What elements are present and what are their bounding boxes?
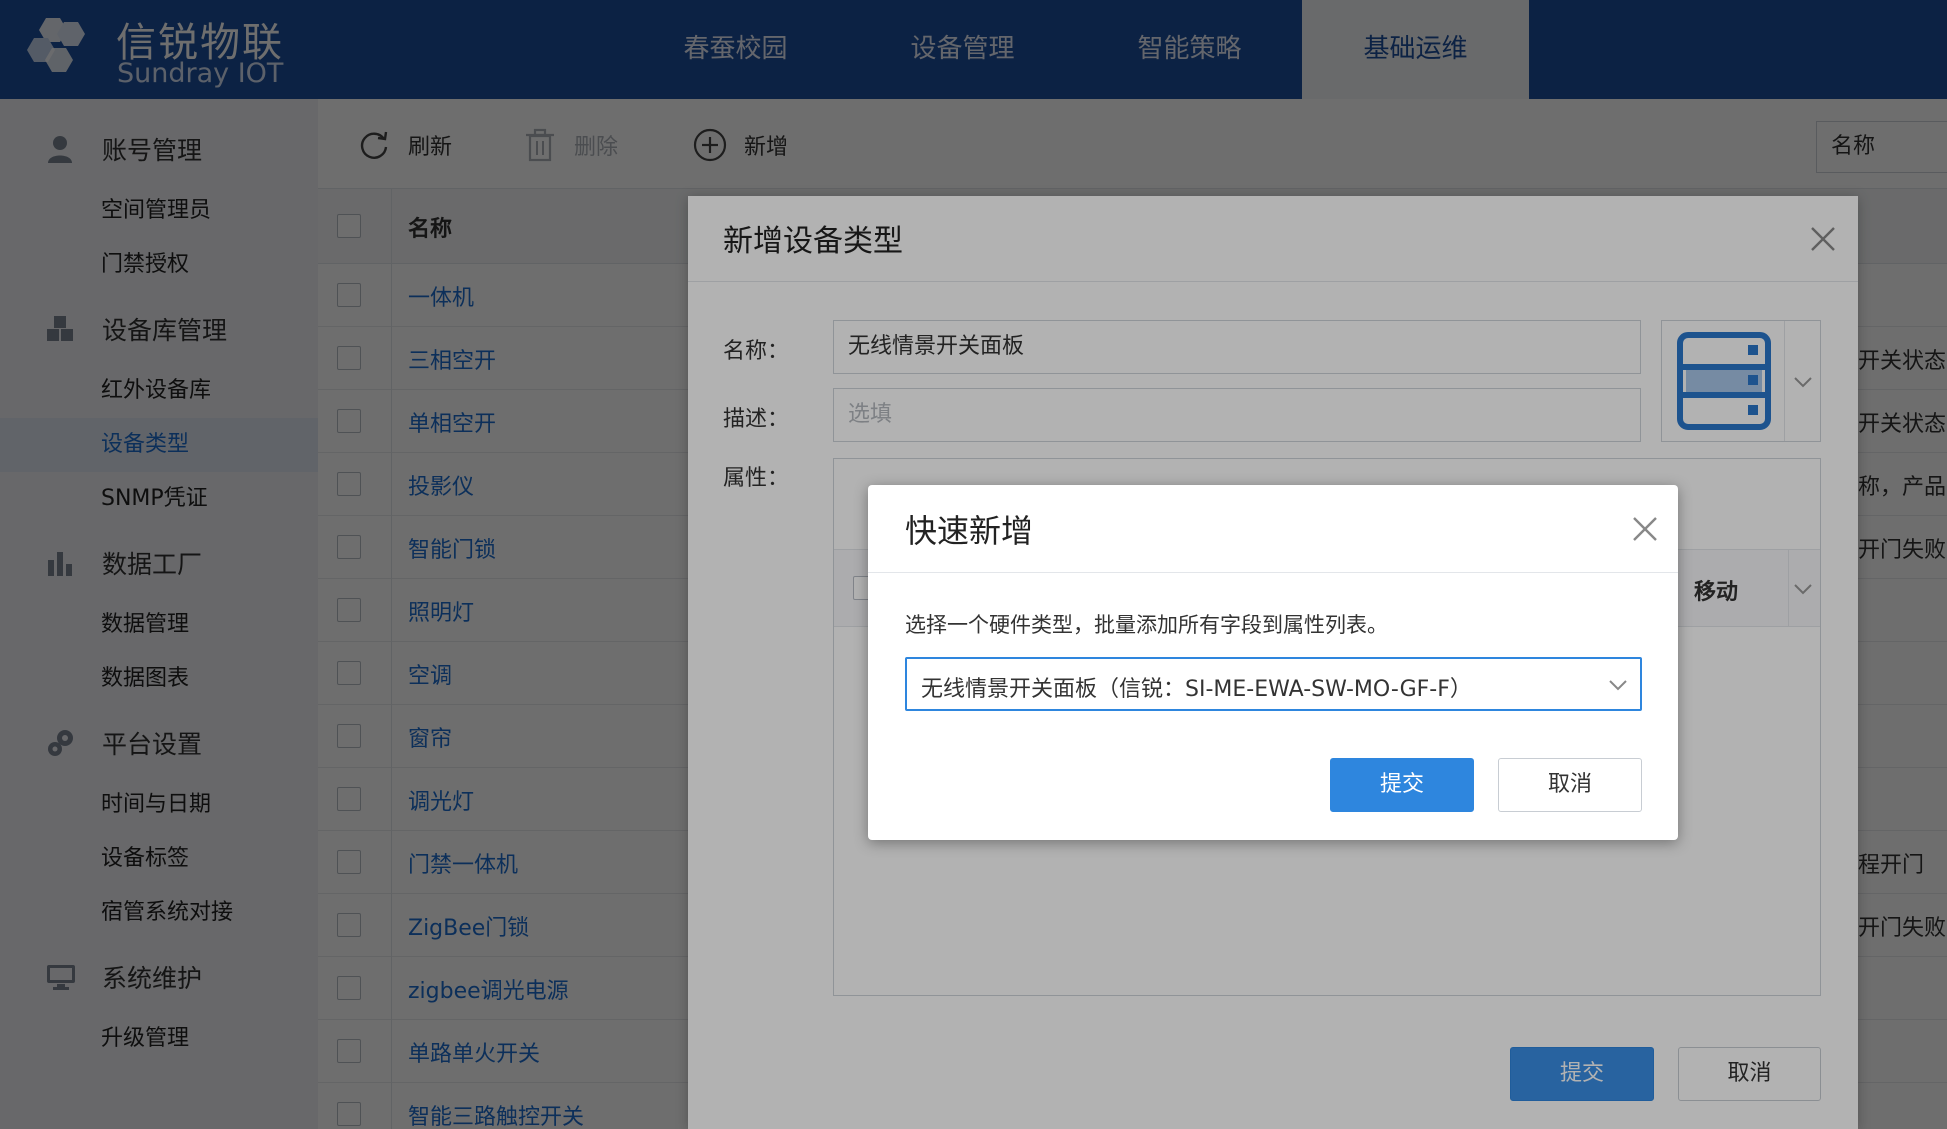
dialog-header: 快速新增 — [868, 485, 1678, 573]
selected-value: 无线情景开关面板（信锐：SI-ME-EWA-SW-MO-GF-F） — [921, 677, 1472, 702]
close-icon[interactable] — [1630, 514, 1660, 544]
dialog-description: 选择一个硬件类型，批量添加所有字段到属性列表。 — [905, 613, 1388, 637]
chevron-down-icon — [1609, 680, 1627, 691]
dialog-title: 快速新增 — [905, 512, 1034, 550]
quick-add-dialog: 快速新增 选择一个硬件类型，批量添加所有字段到属性列表。 无线情景开关面板（信锐… — [868, 485, 1678, 840]
submit-button[interactable]: 提交 — [1330, 758, 1474, 812]
hardware-type-select[interactable]: 无线情景开关面板（信锐：SI-ME-EWA-SW-MO-GF-F） — [905, 657, 1642, 711]
cancel-button[interactable]: 取消 — [1498, 758, 1642, 812]
